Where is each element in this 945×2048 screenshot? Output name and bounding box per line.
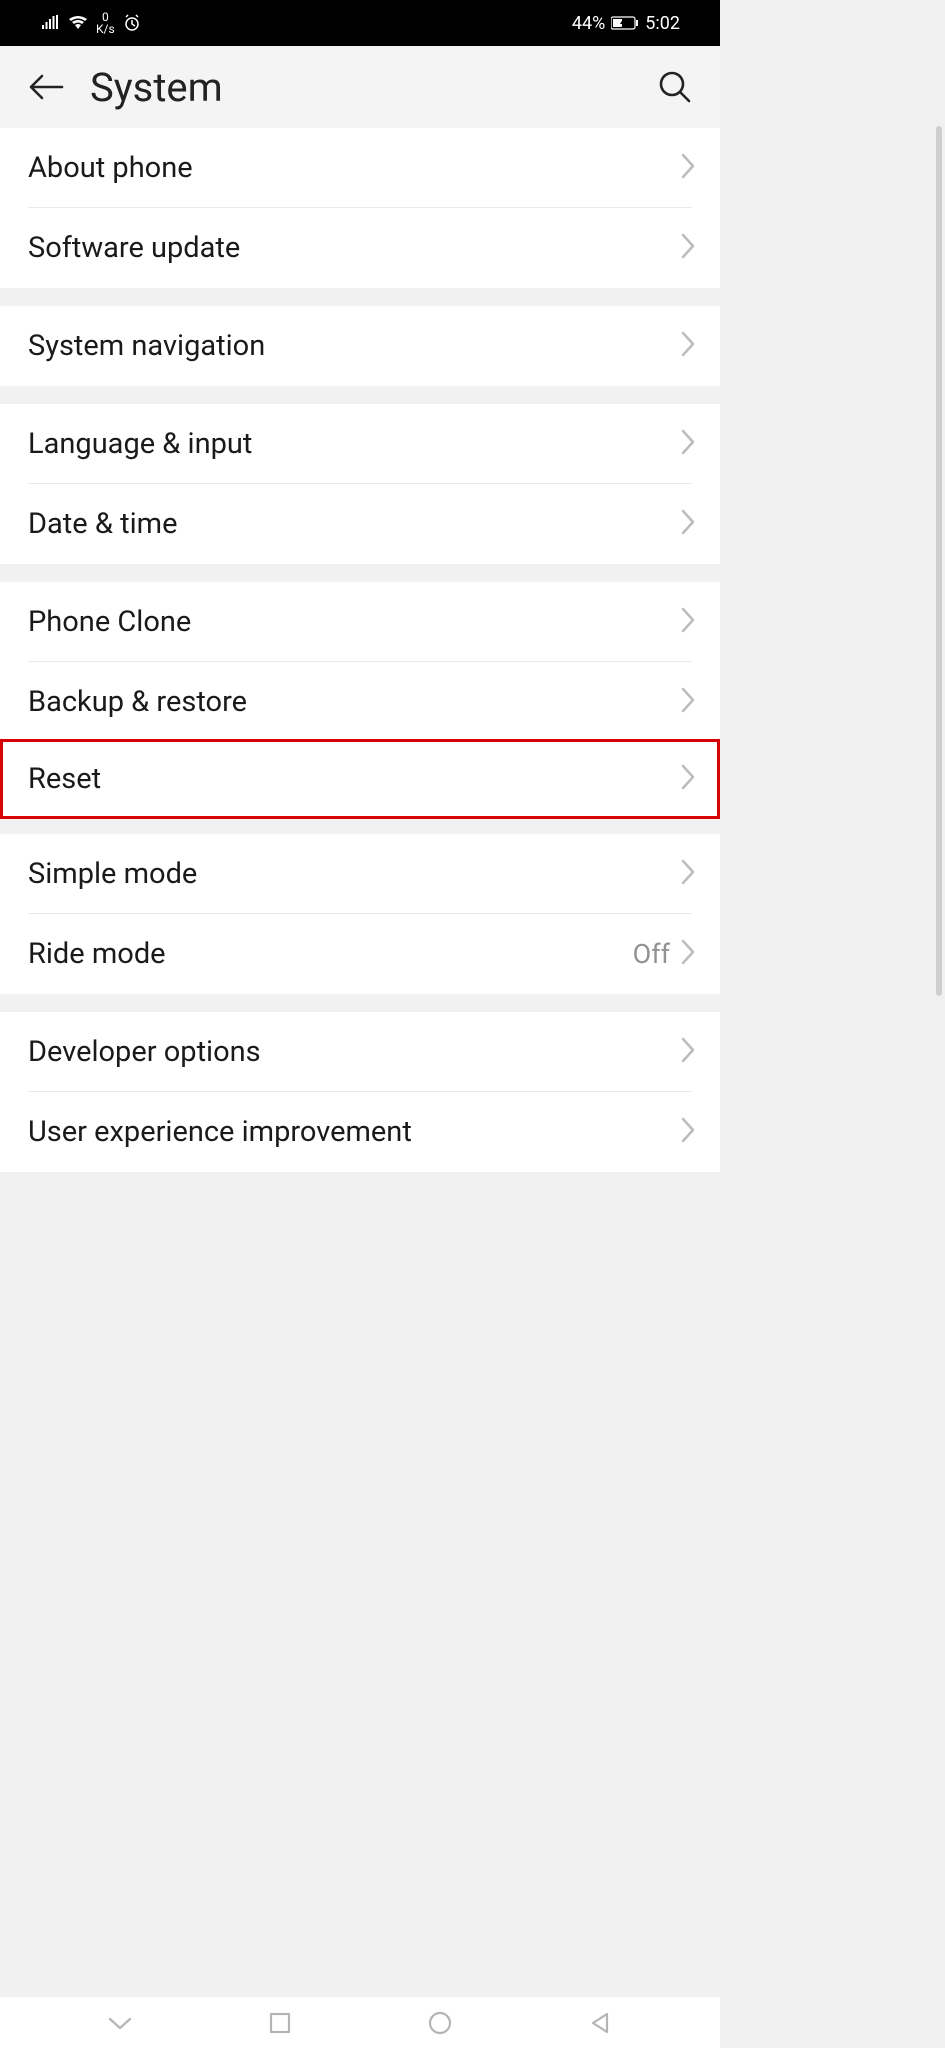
- wifi-icon: [68, 15, 88, 31]
- status-left: 0 K/s: [42, 11, 141, 35]
- list-label: Ride mode: [28, 937, 166, 971]
- list-item-about-phone[interactable]: About phone: [0, 128, 720, 208]
- page-title: System: [90, 64, 658, 111]
- chevron-right-icon: [680, 606, 696, 638]
- network-speed: 0 K/s: [96, 11, 115, 35]
- trailing: [680, 330, 696, 362]
- list-value: Off: [633, 938, 670, 970]
- list-label: User experience improvement: [28, 1115, 412, 1149]
- list-label: Backup & restore: [28, 685, 247, 719]
- nav-recent-button[interactable]: [200, 2011, 360, 2035]
- chevron-right-icon: [680, 1036, 696, 1068]
- navigation-bar: [0, 1996, 720, 2048]
- list-label: Reset: [28, 762, 101, 796]
- alarm-icon: [123, 14, 141, 32]
- list-item-date-time[interactable]: Date & time: [0, 484, 720, 564]
- list-item-user-experience[interactable]: User experience improvement: [0, 1092, 720, 1172]
- list-item-backup-restore[interactable]: Backup & restore: [0, 662, 720, 742]
- nav-hide-button[interactable]: [40, 2015, 200, 2031]
- square-icon: [268, 2011, 292, 2035]
- back-button[interactable]: [28, 72, 64, 102]
- nav-back-button[interactable]: [520, 2011, 680, 2035]
- list-label: Simple mode: [28, 857, 197, 891]
- arrow-left-icon: [28, 72, 64, 102]
- list-item-language-input[interactable]: Language & input: [0, 404, 720, 484]
- chevron-right-icon: [680, 686, 696, 718]
- trailing: [680, 858, 696, 890]
- trailing: Off: [633, 938, 696, 970]
- speed-unit: K/s: [96, 23, 115, 35]
- settings-group: About phone Software update: [0, 128, 720, 288]
- chevron-right-icon: [680, 508, 696, 540]
- chevron-right-icon: [680, 152, 696, 184]
- settings-group: Reset: [0, 739, 720, 819]
- trailing: [680, 232, 696, 264]
- list-item-phone-clone[interactable]: Phone Clone: [0, 582, 720, 662]
- chevron-right-icon: [680, 763, 696, 795]
- battery-icon: [611, 16, 639, 30]
- status-time: 5:02: [645, 13, 680, 34]
- settings-group: Phone Clone Backup & restore: [0, 582, 720, 742]
- trailing: [680, 428, 696, 460]
- circle-icon: [427, 2010, 453, 2036]
- trailing: [680, 152, 696, 184]
- search-button[interactable]: [658, 70, 692, 104]
- triangle-left-icon: [589, 2011, 611, 2035]
- list-item-software-update[interactable]: Software update: [0, 208, 720, 288]
- list-label: Date & time: [28, 507, 177, 541]
- page-header: System: [0, 46, 720, 128]
- trailing: [680, 1036, 696, 1068]
- settings-group: Developer options User experience improv…: [0, 1012, 720, 1172]
- list-item-simple-mode[interactable]: Simple mode: [0, 834, 720, 914]
- chevron-down-icon: [107, 2015, 133, 2031]
- list-item-ride-mode[interactable]: Ride mode Off: [0, 914, 720, 994]
- scrollbar[interactable]: [936, 126, 942, 996]
- content: About phone Software update System navig…: [0, 128, 720, 1224]
- chevron-right-icon: [680, 858, 696, 890]
- trailing: [680, 508, 696, 540]
- search-icon: [658, 70, 692, 104]
- list-label: Software update: [28, 231, 240, 265]
- chevron-right-icon: [680, 428, 696, 460]
- chevron-right-icon: [680, 232, 696, 264]
- list-item-reset[interactable]: Reset: [0, 739, 720, 819]
- chevron-right-icon: [680, 330, 696, 362]
- settings-group: System navigation: [0, 306, 720, 386]
- list-label: System navigation: [28, 329, 265, 363]
- list-item-developer-options[interactable]: Developer options: [0, 1012, 720, 1092]
- settings-group: Language & input Date & time: [0, 404, 720, 564]
- list-label: About phone: [28, 151, 193, 185]
- trailing: [680, 606, 696, 638]
- trailing: [680, 1116, 696, 1148]
- list-label: Developer options: [28, 1035, 261, 1069]
- list-item-system-navigation[interactable]: System navigation: [0, 306, 720, 386]
- list-label: Phone Clone: [28, 605, 191, 639]
- chevron-right-icon: [680, 1116, 696, 1148]
- nav-home-button[interactable]: [360, 2010, 520, 2036]
- status-bar: 0 K/s 44% 5:02: [0, 0, 720, 46]
- trailing: [680, 686, 696, 718]
- chevron-right-icon: [680, 938, 696, 970]
- battery-percent: 44%: [572, 13, 605, 34]
- settings-group: Simple mode Ride mode Off: [0, 834, 720, 994]
- status-right: 44% 5:02: [572, 13, 680, 34]
- list-label: Language & input: [28, 427, 252, 461]
- trailing: [680, 763, 696, 795]
- signal-icon: [42, 15, 60, 31]
